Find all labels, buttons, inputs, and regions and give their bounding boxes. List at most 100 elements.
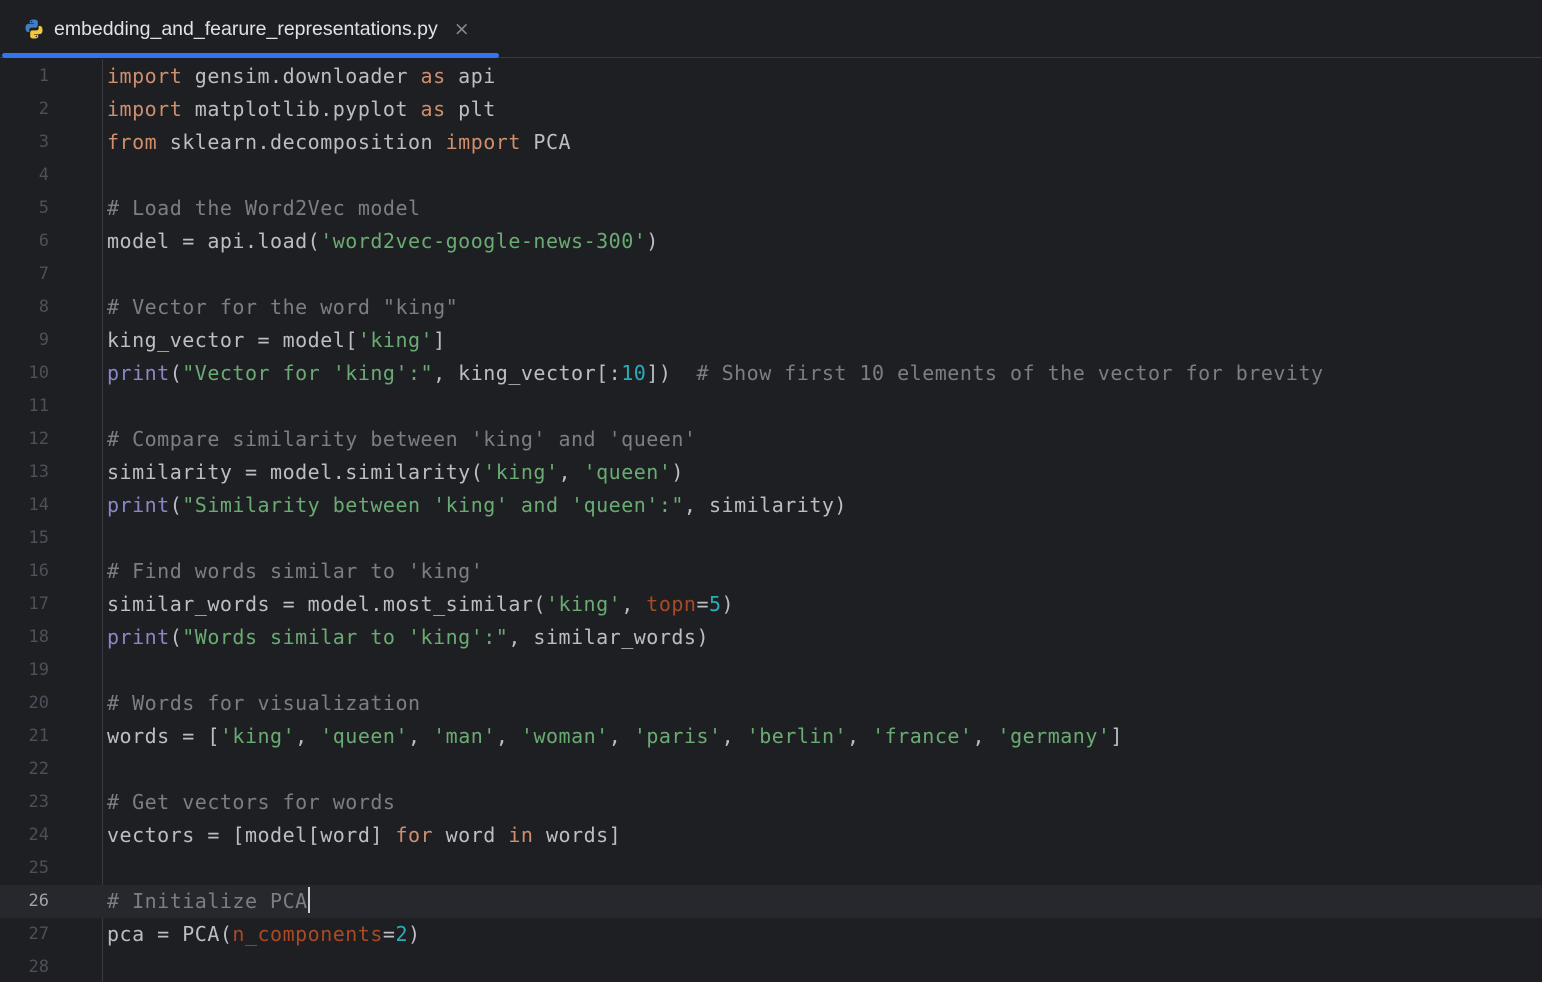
code-text: print("Words similar to 'king':", simila…: [107, 621, 709, 654]
code-token: 'germany': [997, 724, 1111, 748]
line-number: 23: [28, 792, 49, 812]
code-token: # Vector for the word "king": [107, 295, 459, 319]
line-number: 26: [28, 891, 49, 911]
code-token: ,: [847, 724, 873, 748]
line-number: 27: [28, 924, 49, 944]
code-token: ,: [721, 724, 747, 748]
code-token: , similarity): [683, 493, 847, 517]
code-line[interactable]: 26 # Initialize PCA: [0, 885, 1542, 918]
code-token: ): [721, 592, 735, 616]
code-token: 'paris': [633, 724, 722, 748]
code-token: similarity = model.similarity(: [107, 460, 484, 484]
code-token: ,: [495, 724, 521, 748]
line-number: 13: [28, 462, 49, 482]
code-token: # Words for visualization: [107, 691, 421, 715]
code-line[interactable]: 17 similar_words = model.most_similar('ki…: [0, 588, 1542, 621]
code-editor[interactable]: 1 import gensim.downloader as api 2 import …: [0, 59, 1542, 982]
code-text: vectors = [model[word] for word in words…: [107, 819, 621, 852]
code-token: as: [420, 64, 446, 88]
close-icon[interactable]: ×: [454, 18, 470, 40]
code-line[interactable]: 18 print("Words similar to 'king':", simi…: [0, 621, 1542, 654]
line-number: 11: [28, 396, 49, 416]
code-line[interactable]: 20 # Words for visualization: [0, 687, 1542, 720]
code-token: 'france': [872, 724, 973, 748]
code-token: # Load the Word2Vec model: [107, 196, 421, 220]
code-token: , similar_words): [508, 625, 709, 649]
code-token: ,: [608, 724, 634, 748]
code-line[interactable]: 22: [0, 753, 1542, 786]
code-token: # Get vectors for words: [107, 790, 396, 814]
code-line[interactable]: 1 import gensim.downloader as api: [0, 60, 1542, 93]
code-text: # Initialize PCA: [107, 885, 310, 918]
line-number: 10: [28, 363, 49, 383]
code-line[interactable]: 7: [0, 258, 1542, 291]
code-token: ): [646, 229, 659, 253]
line-number: 19: [28, 660, 49, 680]
code-line[interactable]: 8 # Vector for the word "king": [0, 291, 1542, 324]
code-token: import: [107, 64, 183, 88]
code-line[interactable]: 25: [0, 852, 1542, 885]
code-line[interactable]: 15: [0, 522, 1542, 555]
line-number: 9: [38, 330, 49, 350]
code-line[interactable]: 3 from sklearn.decomposition import PCA: [0, 126, 1542, 159]
code-line[interactable]: 10 print("Vector for 'king':", king_vecto…: [0, 357, 1542, 390]
code-text: # Load the Word2Vec model: [107, 192, 421, 225]
line-number: 3: [38, 132, 49, 152]
code-token: for: [395, 823, 434, 847]
code-token: 'king': [483, 460, 559, 484]
code-token: ,: [621, 592, 647, 616]
code-text: # Find words similar to 'king': [107, 555, 483, 588]
tab-file[interactable]: embedding_and_fearure_representations.py…: [2, 0, 499, 58]
line-number: 24: [28, 825, 49, 845]
code-token: from: [107, 130, 158, 154]
code-token: PCA: [520, 130, 572, 154]
code-token: =: [696, 592, 709, 616]
line-number: 8: [38, 297, 49, 317]
code-token: 5: [709, 592, 722, 616]
code-text: similarity = model.similarity('king', 'q…: [107, 456, 684, 489]
line-number: 2: [38, 99, 49, 119]
code-line[interactable]: 23 # Get vectors for words: [0, 786, 1542, 819]
code-text: king_vector = model['king']: [107, 324, 446, 357]
code-line[interactable]: 9 king_vector = model['king']: [0, 324, 1542, 357]
line-number: 15: [28, 528, 49, 548]
code-token: # Compare similarity between 'king' and …: [107, 427, 697, 451]
code-line[interactable]: 12 # Compare similarity between 'king' an…: [0, 423, 1542, 456]
code-line[interactable]: 21 words = ['king', 'queen', 'man', 'woma…: [0, 720, 1542, 753]
code-token: # Initialize PCA: [107, 889, 308, 913]
line-number: 6: [38, 231, 49, 251]
code-token: ,: [558, 460, 584, 484]
line-number: 16: [28, 561, 49, 581]
code-token: 'word2vec-google-news-300': [320, 229, 647, 253]
code-token: print: [107, 361, 170, 385]
line-number: 17: [28, 594, 49, 614]
code-line[interactable]: 2 import matplotlib.pyplot as plt: [0, 93, 1542, 126]
line-number: 7: [38, 264, 49, 284]
code-token: (: [169, 361, 183, 385]
code-line[interactable]: 27 pca = PCA(n_components=2): [0, 918, 1542, 951]
code-line[interactable]: 4: [0, 159, 1542, 192]
code-token: topn: [646, 592, 697, 616]
code-token: in: [508, 823, 534, 847]
code-token: # Show first 10 elements of the vector f…: [696, 361, 1324, 385]
line-number: 1: [38, 66, 49, 86]
code-line[interactable]: 5 # Load the Word2Vec model: [0, 192, 1542, 225]
code-token: 'queen': [320, 724, 409, 748]
line-number: 20: [28, 693, 49, 713]
code-token: word: [433, 823, 509, 847]
code-token: ]): [646, 361, 697, 385]
code-line[interactable]: 14 print("Similarity between 'king' and '…: [0, 489, 1542, 522]
code-token: plt: [445, 97, 496, 121]
code-line[interactable]: 24 vectors = [model[word] for word in wor…: [0, 819, 1542, 852]
code-line[interactable]: 11: [0, 390, 1542, 423]
code-token: 'man': [433, 724, 496, 748]
code-line[interactable]: 19: [0, 654, 1542, 687]
code-line[interactable]: 13 similarity = model.similarity('king', …: [0, 456, 1542, 489]
code-token: words]: [533, 823, 622, 847]
code-line[interactable]: 16 # Find words similar to 'king': [0, 555, 1542, 588]
line-number: 22: [28, 759, 49, 779]
code-line[interactable]: 6 model = api.load('word2vec-google-news-…: [0, 225, 1542, 258]
code-text: # Compare similarity between 'king' and …: [107, 423, 696, 456]
code-line[interactable]: 28: [0, 951, 1542, 982]
code-token: king_vector = model[: [107, 328, 358, 352]
